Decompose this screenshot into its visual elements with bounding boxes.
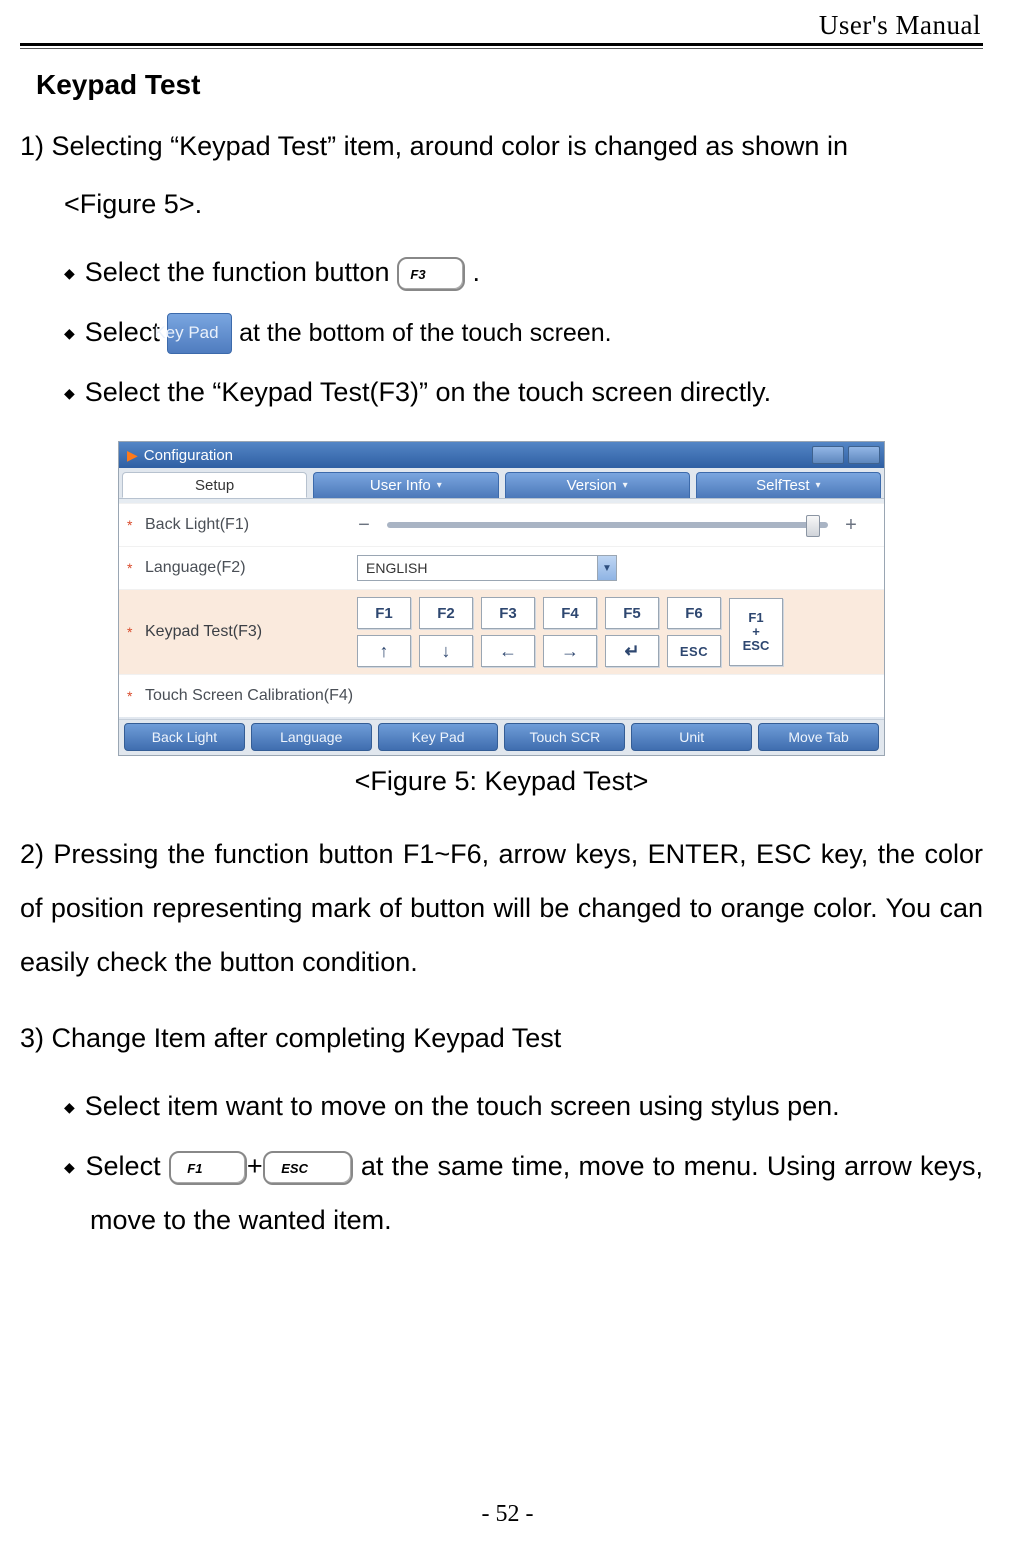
vkey-f6[interactable]: F6 bbox=[667, 597, 721, 629]
arrow-up-icon: ↑ bbox=[380, 641, 389, 662]
row-label: Language(F2) bbox=[145, 559, 357, 577]
step3-intro: 3) Change Item after completing Keypad T… bbox=[20, 1011, 983, 1065]
tab-userinfo[interactable]: User Info ▾ bbox=[313, 472, 498, 498]
keypad-softkey-inline: Key Pad bbox=[167, 313, 231, 354]
figure-caption: <Figure 5: Keypad Test> bbox=[20, 766, 983, 797]
vkey-down[interactable]: ↓ bbox=[419, 635, 473, 667]
esc-keycap-inline: ESC bbox=[263, 1151, 353, 1185]
device-tabs: Setup User Info ▾ Version ▾ SelfTest ▾ bbox=[119, 468, 884, 499]
row-keypad-test[interactable]: * Keypad Test(F3) F1 F2 F3 F4 F5 F6 bbox=[119, 589, 884, 674]
chevron-down-icon: ▾ bbox=[816, 480, 821, 491]
row-backlight[interactable]: * Back Light(F1) − + bbox=[119, 503, 884, 546]
backlight-slider[interactable] bbox=[387, 522, 828, 528]
f3-keycap-inline: F3 bbox=[397, 257, 465, 291]
step2-paragraph: 2) Pressing the function button F1~F6, a… bbox=[20, 827, 983, 989]
bullet-icon: ◆ bbox=[64, 325, 85, 341]
vkey-esc[interactable]: ESC bbox=[667, 635, 721, 667]
tab-label: Setup bbox=[195, 477, 234, 494]
titlebar-arrow-icon: ▶ bbox=[119, 447, 144, 464]
softkey-movetab[interactable]: Move Tab bbox=[758, 723, 879, 751]
step1-bullet1: ◆Select the function button F3 . bbox=[64, 245, 983, 299]
softkey-language[interactable]: Language bbox=[251, 723, 372, 751]
enter-icon: ↵ bbox=[624, 641, 639, 662]
step3-bullet1: ◆Select item want to move on the touch s… bbox=[64, 1079, 983, 1133]
section-title: Keypad Test bbox=[36, 69, 983, 101]
header-rule-thick bbox=[20, 43, 983, 46]
softkey-keypad[interactable]: Key Pad bbox=[378, 723, 499, 751]
star-icon: * bbox=[127, 560, 145, 576]
tab-setup[interactable]: Setup bbox=[122, 472, 307, 498]
step3-bullet2: ◆Select F1+ESC at the same time, move to… bbox=[64, 1139, 983, 1247]
bullet-icon: ◆ bbox=[64, 265, 85, 281]
bullet-icon: ◆ bbox=[64, 385, 85, 401]
row-label: Back Light(F1) bbox=[145, 516, 357, 534]
tab-label: Version bbox=[567, 477, 617, 494]
vkey-f1-plus-esc[interactable]: F1 + ESC bbox=[729, 598, 783, 666]
language-select[interactable]: ENGLISH ▼ bbox=[357, 555, 617, 581]
header-manual-title: User's Manual bbox=[20, 10, 983, 41]
star-icon: * bbox=[127, 688, 145, 704]
bullet-icon: ◆ bbox=[64, 1099, 85, 1115]
star-icon: * bbox=[127, 624, 145, 640]
tab-label: User Info bbox=[370, 477, 431, 494]
device-title: Configuration bbox=[144, 447, 233, 464]
softkey-touchscr[interactable]: Touch SCR bbox=[504, 723, 625, 751]
step1-intro-a: 1) Selecting “Keypad Test” item, around … bbox=[20, 119, 983, 173]
row-label: Keypad Test(F3) bbox=[145, 623, 357, 641]
step1-bullet3-text: Select the “Keypad Test(F3)” on the touc… bbox=[85, 377, 771, 407]
tab-version[interactable]: Version ▾ bbox=[505, 472, 690, 498]
step1-bullet3: ◆Select the “Keypad Test(F3)” on the tou… bbox=[64, 365, 983, 419]
chevron-down-icon[interactable]: ▼ bbox=[597, 556, 616, 580]
tab-selftest[interactable]: SelfTest ▾ bbox=[696, 472, 881, 498]
chevron-down-icon: ▾ bbox=[623, 480, 628, 491]
arrow-right-icon: → bbox=[561, 641, 579, 662]
step3-bullet2-pre: Select bbox=[86, 1151, 169, 1181]
step3-bullet1-text: Select item want to move on the touch sc… bbox=[85, 1091, 840, 1121]
plus-icon[interactable]: + bbox=[844, 514, 858, 537]
step1-bullet2: ◆Select Key Pad at the bottom of the tou… bbox=[64, 305, 983, 359]
f1-keycap-inline: F1 bbox=[169, 1151, 247, 1185]
header-rule-thin bbox=[20, 48, 983, 49]
vkey-right[interactable]: → bbox=[543, 635, 597, 667]
tab-label: SelfTest bbox=[756, 477, 809, 494]
device-titlebar: ▶ Configuration bbox=[119, 442, 884, 468]
vkey-left[interactable]: ← bbox=[481, 635, 535, 667]
vkey-f1[interactable]: F1 bbox=[357, 597, 411, 629]
bullet-icon: ◆ bbox=[64, 1159, 86, 1175]
step1-bullet1-post: . bbox=[473, 257, 481, 287]
titlebar-cap[interactable] bbox=[848, 446, 880, 464]
vkey-f5[interactable]: F5 bbox=[605, 597, 659, 629]
vkey-f3[interactable]: F3 bbox=[481, 597, 535, 629]
vkey-f2[interactable]: F2 bbox=[419, 597, 473, 629]
step1-intro-b: <Figure 5>. bbox=[64, 177, 983, 231]
arrow-left-icon: ← bbox=[499, 641, 517, 662]
row-touch-calibration[interactable]: * Touch Screen Calibration(F4) bbox=[119, 674, 884, 717]
language-value: ENGLISH bbox=[366, 560, 427, 576]
vkey-up[interactable]: ↑ bbox=[357, 635, 411, 667]
softkey-backlight[interactable]: Back Light bbox=[124, 723, 245, 751]
device-softkey-bar: Back Light Language Key Pad Touch SCR Un… bbox=[119, 719, 884, 755]
row-language[interactable]: * Language(F2) ENGLISH ▼ bbox=[119, 546, 884, 589]
page-number: - 52 - bbox=[0, 1501, 1015, 1528]
vkey-enter[interactable]: ↵ bbox=[605, 635, 659, 667]
minus-icon[interactable]: − bbox=[357, 514, 371, 537]
softkey-unit[interactable]: Unit bbox=[631, 723, 752, 751]
chevron-down-icon: ▾ bbox=[437, 480, 442, 491]
titlebar-cap[interactable] bbox=[812, 446, 844, 464]
arrow-down-icon: ↓ bbox=[442, 641, 451, 662]
star-icon: * bbox=[127, 517, 145, 533]
plus-text: + bbox=[247, 1151, 263, 1181]
step1-bullet1-pre: Select the function button bbox=[85, 257, 397, 287]
step1-bullet2-post: at the bottom of the touch screen. bbox=[239, 319, 611, 347]
row-label: Touch Screen Calibration(F4) bbox=[145, 687, 353, 705]
device-screenshot: ▶ Configuration Setup User Info ▾ Version… bbox=[118, 441, 885, 756]
slider-knob[interactable] bbox=[806, 515, 820, 537]
vkey-f4[interactable]: F4 bbox=[543, 597, 597, 629]
